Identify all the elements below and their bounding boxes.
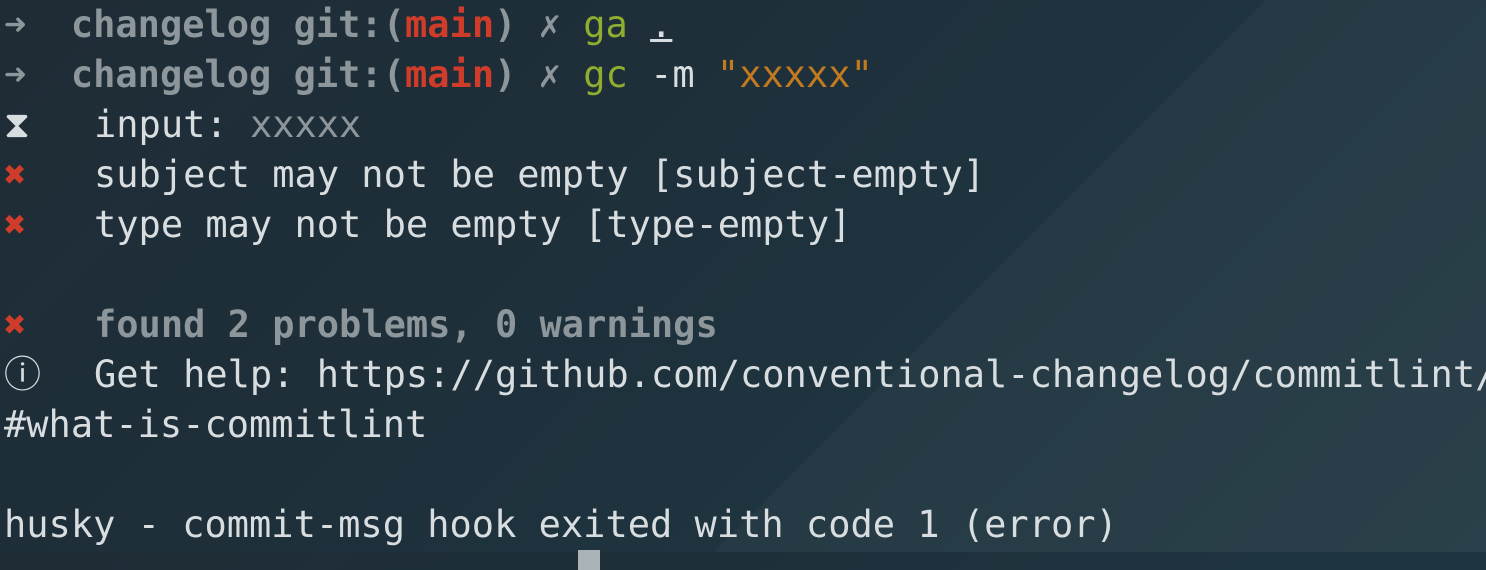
error-text: type may not be empty [type-empty] — [94, 203, 852, 246]
prompt-arrow-icon: ➜ — [4, 53, 27, 96]
husky-line: husky - commit-msg hook exited with code… — [4, 500, 1486, 550]
command-flag: -m — [650, 53, 695, 96]
git-prefix: git:( — [293, 53, 405, 96]
cross-icon: ✖ — [4, 153, 27, 196]
dirty-icon: ✗ — [538, 3, 561, 46]
help-text[interactable]: Get help: https://github.com/conventiona… — [94, 353, 1486, 396]
command-arg: "xxxxx" — [716, 53, 873, 96]
error-line: ✖ type may not be empty [type-empty] — [4, 200, 1486, 250]
husky-text: husky - commit-msg hook exited with code… — [4, 503, 1118, 546]
prompt-line-2: ➜ changelog git:(main) ✗ gc -m "xxxxx" — [4, 50, 1486, 100]
command: gc — [583, 53, 628, 96]
command-arg: . — [650, 3, 673, 46]
summary-line: ✖ found 2 problems, 0 warnings — [4, 300, 1486, 350]
hourglass-icon: ⧗ — [4, 103, 30, 146]
error-text: subject may not be empty [subject-empty] — [94, 153, 986, 196]
prompt-dir: changelog — [70, 3, 272, 46]
help-line: ⓘ Get help: https://github.com/convention… — [4, 350, 1486, 400]
cross-icon: ✖ — [4, 203, 27, 246]
terminal-output[interactable]: ➜ changelog git:(main) ✗ ga . ➜ changelo… — [4, 0, 1486, 570]
info-icon: ⓘ — [4, 353, 41, 396]
input-label: input: — [94, 103, 228, 146]
prompt-arrow-icon: ➜ — [4, 3, 27, 46]
summary-text: found 2 problems, 0 warnings — [94, 303, 718, 346]
cross-icon: ✖ — [4, 303, 27, 346]
prompt-line-1: ➜ changelog git:(main) ✗ ga . — [4, 0, 1486, 50]
git-suffix: ) — [494, 3, 517, 46]
git-suffix: ) — [494, 53, 517, 96]
dirty-icon: ✗ — [538, 53, 561, 96]
git-branch: main — [405, 53, 495, 96]
help-text-wrap[interactable]: #what-is-commitlint — [4, 403, 427, 446]
input-line: ⧗ input: xxxxx — [4, 100, 1486, 150]
command: ga — [583, 3, 628, 46]
help-line-wrap: #what-is-commitlint — [4, 400, 1486, 450]
error-line: ✖ subject may not be empty [subject-empty… — [4, 150, 1486, 200]
git-branch: main — [405, 3, 495, 46]
prompt-line-current — [4, 550, 1486, 570]
prompt-dir: changelog — [70, 53, 272, 96]
git-prefix: git:( — [293, 3, 405, 46]
input-value: xxxxx — [249, 103, 362, 146]
terminal-cursor — [578, 550, 600, 570]
